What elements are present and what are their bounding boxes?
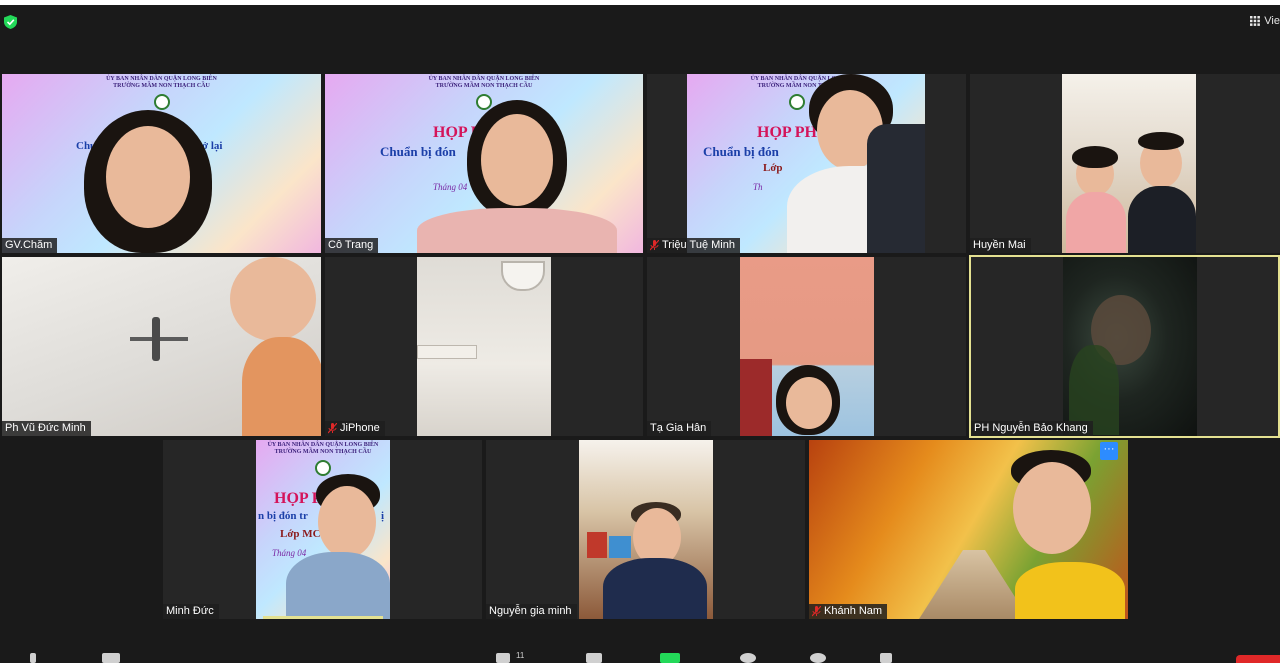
child-shirt (1066, 192, 1126, 253)
video-tile[interactable]: ỦY BAN NHÂN DÂN QUẬN LONG BIÊN TRƯỜNG MẦM… (2, 74, 321, 253)
person-shirt (242, 337, 321, 436)
participant-name: Cô Trang (325, 238, 379, 253)
share-screen-icon[interactable] (660, 653, 680, 663)
banner-subtitle-end: i (561, 144, 643, 160)
video-tile[interactable]: JiPhone (325, 257, 643, 436)
shelf-item (609, 536, 631, 558)
video-tile[interactable]: Huyền Mai (970, 74, 1280, 253)
view-button[interactable]: Vie (1244, 13, 1280, 29)
participant-name: Ph Vũ Đức Minh (2, 421, 91, 436)
person-shirt (1015, 562, 1125, 619)
ceiling-light (501, 261, 545, 291)
video-tile[interactable]: ỦY BAN NHÂN DÂN QUẬN LONG BIÊN TRƯỜNG MẦM… (163, 440, 482, 619)
video-feed (417, 257, 551, 436)
ceiling-fan-stem (152, 317, 160, 361)
school-logo (789, 94, 805, 110)
child-hair (1072, 146, 1118, 168)
speaker-indicator (263, 616, 383, 619)
shield-icon[interactable] (4, 15, 17, 29)
participant-name: Minh Đức (163, 604, 219, 619)
mic-muted-icon (328, 423, 337, 434)
participants-count: 11 (516, 651, 525, 660)
banner-header: ỦY BAN NHÂN DÂN QUẬN LONG BIÊN TRƯỜNG MẦM… (428, 76, 540, 89)
school-logo (476, 94, 492, 110)
apps-icon[interactable] (880, 653, 892, 663)
person-face (786, 377, 832, 429)
hanging-clothes (740, 359, 772, 436)
mute-icon[interactable] (30, 653, 36, 663)
person-face (230, 257, 316, 341)
participant-name: PH Nguyễn Bảo Khang (971, 421, 1093, 436)
view-label: Vie (1264, 15, 1280, 27)
banner-header: ỦY BAN NHÂN DÂN QUẬN LONG BIÊN TRƯỜNG MẦM… (106, 76, 217, 89)
shelf-item (587, 532, 607, 558)
participant-name: GV.Chăm (2, 238, 58, 253)
adult-shirt (1128, 186, 1196, 253)
person-face (481, 114, 553, 206)
meeting-window: Vie ỦY BAN NHÂN DÂN QUẬN LONG BIÊN TRƯỜNG… (0, 5, 1280, 663)
school-logo (153, 94, 170, 110)
participant-name: Khánh Nam (809, 604, 888, 619)
video-feed (1062, 74, 1196, 253)
video-tile[interactable]: ỦY BAN NHÂN DÂN QUẬN LONG BIÊN TRƯỜNG MẦM… (647, 74, 966, 253)
chat-icon[interactable] (586, 653, 602, 663)
video-feed (1063, 257, 1197, 436)
banner-subtitle-end: ị (381, 510, 385, 522)
video-feed: ỦY BAN NHÂN DÂN QUẬN LONG BIÊN TRƯỜNG MẦM… (687, 74, 925, 253)
video-tile[interactable]: ··· Khánh Nam (809, 440, 1128, 619)
reactions-icon[interactable] (810, 653, 826, 663)
video-icon[interactable] (102, 653, 120, 663)
grid-icon (1250, 16, 1261, 26)
banner-header: ỦY BAN NHÂN DÂN QUẬN LONG BIÊN TRƯỜNG MẦM… (267, 442, 379, 455)
more-options-button[interactable]: ··· (1100, 442, 1118, 460)
record-icon[interactable] (740, 653, 756, 663)
participants-icon[interactable] (496, 653, 510, 663)
person-face (1013, 462, 1091, 554)
video-feed (2, 257, 321, 436)
video-tile-active-speaker[interactable]: PH Nguyễn Bảo Khang (969, 255, 1280, 438)
person-shirt (286, 552, 390, 619)
video-tile[interactable]: Ph Vũ Đức Minh (2, 257, 321, 436)
video-tile[interactable]: Nguyễn gia minh (486, 440, 805, 619)
banner-subtitle-end: ở lại (202, 140, 223, 152)
video-tile[interactable]: Tạ Gia Hân (647, 257, 966, 436)
video-feed: ỦY BAN NHÂN DÂN QUẬN LONG BIÊN TRƯỜNG MẦM… (325, 74, 643, 253)
video-feed (740, 257, 874, 436)
participant-name: Tạ Gia Hân (647, 421, 712, 436)
school-logo (315, 460, 331, 476)
meeting-controls: 11 (0, 651, 1280, 663)
air-conditioner (417, 345, 477, 359)
person-shirt (417, 208, 617, 253)
person-face (318, 486, 376, 558)
video-feed (809, 440, 1128, 619)
bridge-path (919, 550, 1029, 619)
person-face (106, 126, 190, 228)
participant-name: Nguyễn gia minh (486, 604, 577, 619)
adult-hair (1138, 132, 1184, 150)
video-feed (579, 440, 713, 619)
participant-name: Huyền Mai (970, 238, 1031, 253)
video-tile[interactable]: ỦY BAN NHÂN DÂN QUẬN LONG BIÊN TRƯỜNG MẦM… (325, 74, 643, 253)
mic-muted-icon (812, 606, 821, 617)
person-arm (867, 124, 925, 253)
end-meeting-button[interactable] (1236, 655, 1280, 663)
video-feed: ỦY BAN NHÂN DÂN QUẬN LONG BIÊN TRƯỜNG MẦM… (256, 440, 390, 619)
participant-name: JiPhone (325, 421, 385, 436)
person-shirt (603, 558, 707, 619)
banner-header: ỦY BAN NHÂN DÂN QUẬN LONG BIÊN TRƯỜNG MẦM… (750, 76, 862, 89)
participant-name: Triệu Tuệ Minh (647, 238, 740, 253)
mic-muted-icon (650, 240, 659, 251)
video-feed: ỦY BAN NHÂN DÂN QUẬN LONG BIÊN TRƯỜNG MẦM… (2, 74, 321, 253)
